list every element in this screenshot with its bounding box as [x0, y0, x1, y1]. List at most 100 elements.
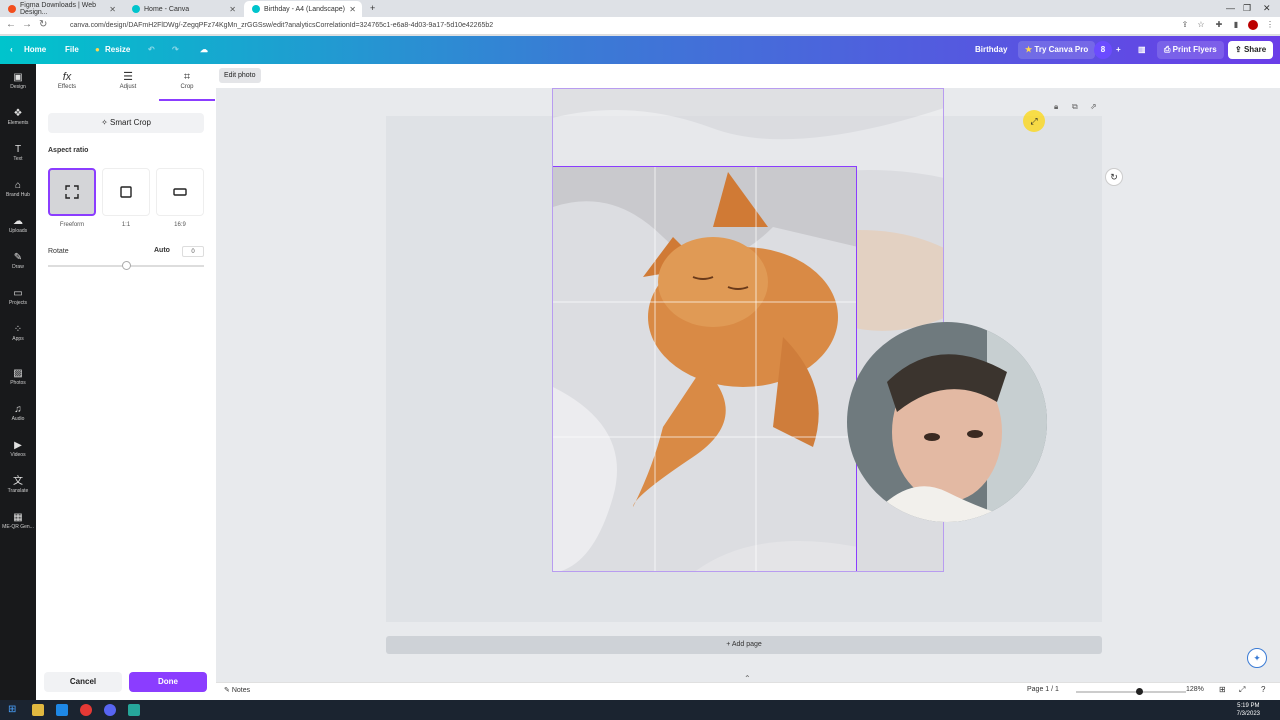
- try-canva-pro-label: Try Canva Pro: [1034, 45, 1089, 54]
- extensions-icon[interactable]: ✚: [1214, 20, 1224, 30]
- effects-icon: fx: [62, 71, 72, 83]
- help-icon[interactable]: ?: [1261, 685, 1265, 694]
- print-flyers-button[interactable]: ⎙ Print Flyers: [1157, 41, 1224, 59]
- rail-item-elements[interactable]: ❖ Elements: [0, 108, 36, 126]
- rail-item-me-qr[interactable]: ▦ ME-QR Gen...: [0, 512, 36, 530]
- ratio-label: 1:1: [121, 222, 131, 228]
- duplicate-icon[interactable]: ⧉: [1072, 102, 1078, 112]
- notes-icon: ✎: [224, 687, 230, 694]
- smart-crop-button[interactable]: ✧ Smart Crop: [48, 113, 204, 133]
- magic-assistant-button[interactable]: ✦: [1247, 648, 1267, 668]
- try-canva-pro-button[interactable]: ★ Try Canva Pro: [1018, 41, 1096, 59]
- notes-label: Notes: [231, 687, 251, 694]
- zoom-level[interactable]: 128%: [1186, 686, 1204, 693]
- discord-icon[interactable]: [104, 704, 116, 716]
- ratio-freeform-button[interactable]: [48, 168, 96, 216]
- close-window-icon[interactable]: ✕: [1263, 3, 1271, 14]
- resize-button[interactable]: Resize: [105, 42, 130, 58]
- file-explorer-icon[interactable]: [32, 704, 44, 716]
- browser-tab-active[interactable]: Birthday - A4 (Landscape) ✕: [244, 1, 362, 17]
- rail-item-label: Translate: [7, 488, 29, 494]
- zoom-slider-track[interactable]: [1076, 691, 1186, 693]
- browser-tab[interactable]: Figma Downloads | Web Design... ✕: [0, 1, 122, 17]
- undo-icon[interactable]: ↶: [148, 42, 155, 58]
- windows-start-icon[interactable]: ⊞: [8, 704, 20, 716]
- webcam-overlay: [847, 322, 1047, 522]
- rail-item-label: Uploads: [8, 228, 28, 234]
- elements-icon: ❖: [13, 108, 23, 119]
- close-tab-icon[interactable]: ✕: [109, 5, 116, 14]
- ratio-1-1-button[interactable]: [102, 168, 150, 216]
- forward-icon[interactable]: →: [22, 19, 32, 30]
- new-tab-icon[interactable]: +: [370, 3, 375, 13]
- close-tab-icon[interactable]: ✕: [229, 5, 236, 14]
- back-icon[interactable]: ←: [6, 19, 16, 30]
- chrome-icon[interactable]: [80, 704, 92, 716]
- edit-photo-panel: fx Effects ☰ Adjust ⌗ Crop ✧ Smart Crop Asp…: [36, 64, 216, 700]
- rail-item-label: Draw: [12, 264, 24, 270]
- close-tab-icon[interactable]: ✕: [349, 5, 356, 14]
- square-icon: [120, 186, 132, 198]
- rail-item-photos[interactable]: ▨ Photos: [0, 368, 36, 386]
- clock-date: 7/3/2023: [1236, 711, 1260, 717]
- rotate-slider-handle[interactable]: [122, 261, 131, 270]
- add-page-icon[interactable]: ⇗: [1090, 102, 1097, 111]
- rail-item-brand-hub[interactable]: ⌂ Brand Hub: [0, 180, 36, 198]
- rotate-value-input[interactable]: 0: [182, 246, 204, 257]
- document-title[interactable]: Birthday: [975, 42, 1007, 58]
- add-collaborator-icon[interactable]: +: [1116, 42, 1121, 58]
- share-page-icon[interactable]: ⇪: [1180, 20, 1190, 30]
- rail-item-translate[interactable]: 文 Translate: [0, 476, 36, 494]
- file-menu-button[interactable]: File: [65, 42, 79, 58]
- cancel-button[interactable]: Cancel: [44, 672, 122, 692]
- browser-tab[interactable]: Home - Canva ✕: [124, 1, 242, 17]
- rail-item-design[interactable]: ▣ Design: [0, 72, 36, 90]
- address-bar: ← → ↻ canva.com/design/DAFmH2FlDWg/-Zegq…: [0, 17, 1280, 35]
- done-button[interactable]: Done: [129, 672, 207, 692]
- notes-button[interactable]: ✎ Notes: [224, 686, 250, 694]
- freeform-corners-icon: [65, 185, 79, 199]
- collaborator-avatar[interactable]: 8: [1094, 41, 1112, 59]
- ratio-label: Freeform: [59, 222, 85, 228]
- analytics-icon[interactable]: ▥: [1138, 42, 1146, 58]
- tab-adjust[interactable]: ☰ Adjust: [98, 70, 158, 90]
- sidebar-icon[interactable]: ▮: [1231, 20, 1241, 30]
- lock-icon[interactable]: 🔒︎: [1054, 102, 1058, 112]
- system-clock[interactable]: 5:19 PM 7/3/2023: [1237, 702, 1260, 718]
- rotate-label: Rotate: [48, 248, 69, 255]
- rail-item-draw[interactable]: ✎ Draw: [0, 252, 36, 270]
- rail-item-uploads[interactable]: ☁ Uploads: [0, 216, 36, 234]
- home-button[interactable]: Home: [24, 42, 46, 58]
- rotate-auto-button[interactable]: Auto: [154, 247, 170, 254]
- refresh-icon[interactable]: ↻: [1105, 168, 1123, 186]
- minimize-icon[interactable]: —: [1226, 3, 1235, 13]
- tab-effects[interactable]: fx Effects: [37, 70, 97, 90]
- share-button[interactable]: ⇪ Share: [1228, 41, 1274, 59]
- app-icon[interactable]: [128, 704, 140, 716]
- redo-icon[interactable]: ↷: [172, 42, 179, 58]
- add-page-button[interactable]: + Add page: [386, 636, 1102, 654]
- restore-icon[interactable]: ❐: [1243, 3, 1251, 14]
- url-field[interactable]: canva.com/design/DAFmH2FlDWg/-ZegqPFz74K…: [58, 20, 1158, 32]
- rail-item-audio[interactable]: ♫ Audio: [0, 404, 36, 422]
- bookmark-star-icon[interactable]: ☆: [1196, 20, 1206, 30]
- zoom-slider-handle[interactable]: [1136, 688, 1143, 695]
- tab-crop[interactable]: ⌗ Crop: [157, 70, 217, 90]
- aspect-ratio-label: Aspect ratio: [48, 147, 89, 154]
- rail-item-apps[interactable]: ⁘ Apps: [0, 324, 36, 342]
- chevron-left-icon[interactable]: ‹: [10, 42, 13, 58]
- reload-icon[interactable]: ↻: [39, 19, 47, 30]
- mail-icon[interactable]: [56, 704, 68, 716]
- edit-photo-button[interactable]: Edit photo: [219, 68, 261, 83]
- browser-menu-icon[interactable]: ⋮: [1265, 20, 1275, 30]
- rail-item-projects[interactable]: ▭ Projects: [0, 288, 36, 306]
- print-icon: ⎙: [1164, 45, 1171, 54]
- canva-favicon-icon: [132, 5, 140, 13]
- rail-item-text[interactable]: T Text: [0, 144, 36, 162]
- grid-view-icon[interactable]: ⊞: [1219, 685, 1226, 694]
- profile-avatar[interactable]: [1248, 20, 1258, 30]
- rail-item-videos[interactable]: ▶ Videos: [0, 440, 36, 458]
- ratio-16-9-button[interactable]: [156, 168, 204, 216]
- fullscreen-icon[interactable]: ⤢: [1239, 685, 1245, 695]
- page-indicator[interactable]: Page 1 / 1: [1027, 686, 1059, 693]
